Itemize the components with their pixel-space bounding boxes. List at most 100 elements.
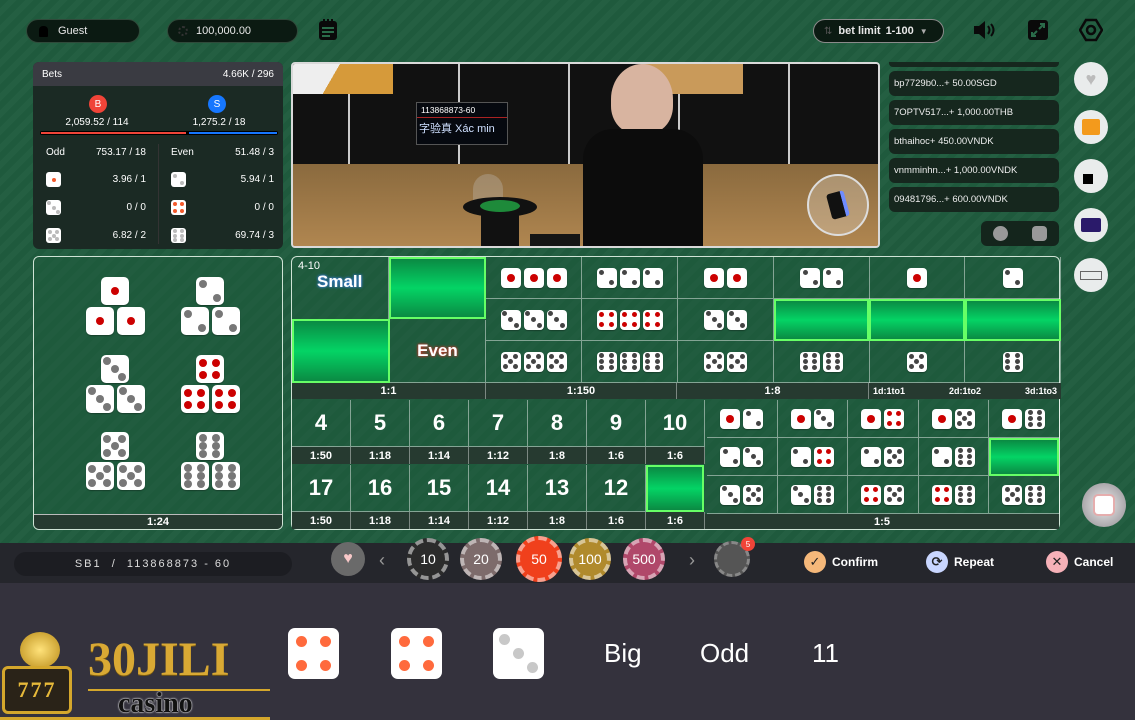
bet-row-die-6 [171, 228, 186, 243]
sound-icon[interactable] [972, 17, 998, 43]
bet-single-6[interactable] [965, 341, 1061, 383]
bet-double-3[interactable] [678, 299, 774, 341]
bet-combo-4-6[interactable] [918, 476, 989, 514]
die-face-1 [861, 408, 882, 429]
bet-triple-3[interactable] [486, 299, 582, 341]
cancel-button[interactable]: ✕ Cancel [1046, 551, 1113, 573]
card-game-switch-icon[interactable] [807, 174, 869, 236]
bet-combo-2-6[interactable] [918, 438, 989, 476]
favorite-icon[interactable]: ♥ [1074, 62, 1108, 96]
bet-double-1[interactable] [678, 257, 774, 299]
bet-combo-1-6[interactable] [989, 400, 1060, 438]
bet-total-5[interactable]: 5 [351, 400, 410, 447]
total-odds: 1:12 [469, 512, 528, 529]
bet-triple-5[interactable] [486, 341, 582, 383]
close-icon: ✕ [1046, 551, 1068, 573]
emoji-icon[interactable] [993, 226, 1008, 241]
bet-combo-4-5[interactable] [848, 476, 919, 514]
keyboard-icon[interactable] [1074, 258, 1108, 292]
bet-combo-highlight[interactable] [989, 438, 1059, 476]
bet-combo-2-3[interactable] [707, 438, 778, 476]
bet-total-6[interactable]: 6 [410, 400, 469, 447]
chip-50[interactable]: 50 [516, 536, 562, 582]
bet-total-16[interactable]: 16 [351, 465, 410, 512]
bet-single-1[interactable] [869, 257, 965, 299]
bet-combo-1-4[interactable] [848, 400, 919, 438]
repeat-button[interactable]: ⟳ Repeat [926, 551, 994, 573]
bet-combo-1-3[interactable] [777, 400, 848, 438]
bet-total-12[interactable]: 12 [587, 465, 646, 512]
total-number: 4 [314, 410, 328, 435]
live-video-stream[interactable]: 113868873-60 字验真 Xác min [291, 62, 880, 248]
triple-2-group[interactable] [179, 277, 241, 337]
triple-4-group[interactable] [179, 355, 241, 415]
gift-icon[interactable] [1074, 110, 1108, 144]
favorite-chip-icon[interactable]: ♥ [331, 542, 365, 576]
chips-next-arrow[interactable]: › [689, 550, 695, 571]
chip-100[interactable]: 100 [569, 538, 611, 580]
die-face-5 [85, 462, 114, 490]
bet-combo-3-5[interactable] [707, 476, 778, 514]
bet-triple-6[interactable] [582, 341, 678, 383]
bet-triple-2[interactable] [582, 257, 678, 299]
bet-total-14[interactable]: 14 [469, 465, 528, 512]
die-face-3 [85, 385, 114, 413]
bet-limit-dropdown[interactable]: ⇅ bet limit 1-100 ▼ [813, 19, 944, 43]
confirm-button[interactable]: ✓ Confirm [804, 551, 878, 573]
bet-double-2[interactable] [774, 257, 870, 299]
history-icon[interactable] [315, 17, 341, 43]
bet-total-8[interactable]: 8 [528, 400, 587, 447]
switch-table-icon[interactable] [1074, 159, 1108, 193]
die-face-1 [116, 307, 145, 335]
triple-1-group[interactable] [84, 277, 146, 337]
bet-single-5[interactable] [869, 341, 965, 383]
bet-combo-2-5[interactable] [848, 438, 919, 476]
triple-3-group[interactable] [84, 355, 146, 415]
triple-6-group[interactable] [179, 432, 241, 492]
die-face-5 [116, 462, 145, 490]
bet-combo-1-5[interactable] [918, 400, 989, 438]
bet-total-15[interactable]: 15 [410, 465, 469, 512]
bet-total-7[interactable]: 7 [469, 400, 528, 447]
bet-double-6[interactable] [774, 341, 870, 383]
any-triple-board[interactable]: 1:24 [33, 256, 283, 530]
bet-combo-5-6[interactable] [989, 476, 1060, 514]
bet-even[interactable]: Even [390, 320, 486, 383]
bet-total-4[interactable]: 4 [292, 400, 351, 447]
total-number: 13 [544, 475, 570, 500]
bet-total-17[interactable]: 17 [292, 465, 351, 512]
chip-10[interactable]: 10 [407, 538, 449, 580]
bet-triple-1[interactable] [486, 257, 582, 299]
total-odds: 1:50 [292, 447, 351, 464]
settings-icon[interactable] [1078, 17, 1104, 43]
bet-total-9[interactable]: 9 [587, 400, 646, 447]
quick-chat-icon[interactable] [1032, 226, 1047, 241]
bet-total-13[interactable]: 13 [528, 465, 587, 512]
bet-big-highlight[interactable] [292, 319, 390, 383]
bet-combo-1-2[interactable] [707, 400, 778, 438]
total-odds: 1:18 [351, 447, 410, 464]
bet-small[interactable]: 4-10 Small [292, 257, 389, 320]
chips-prev-arrow[interactable]: ‹ [379, 550, 385, 571]
bet-double-5[interactable] [678, 341, 774, 383]
chip-500[interactable]: 500 [623, 538, 665, 580]
bet-double-highlight[interactable] [774, 299, 869, 341]
bet-triple-4[interactable] [582, 299, 678, 341]
bet-total-11-highlight[interactable] [646, 465, 704, 512]
combo-odds: 1:5 [705, 514, 1059, 529]
bet-combo-2-4[interactable] [777, 438, 848, 476]
die-face-4 [884, 408, 905, 429]
bet-total-10[interactable]: 10 [646, 400, 705, 447]
bet-single-highlight-2[interactable] [965, 299, 1061, 341]
bet-odd-highlight[interactable] [389, 257, 486, 319]
video-quality-icon[interactable] [1074, 208, 1108, 242]
bet-single-2[interactable] [965, 257, 1061, 299]
die-face-3 [116, 385, 145, 413]
bet-combo-3-6[interactable] [777, 476, 848, 514]
chip-20[interactable]: 20 [460, 538, 502, 580]
triple-5-group[interactable] [84, 432, 146, 492]
fullscreen-icon[interactable] [1025, 17, 1051, 43]
die-face-1 [906, 267, 927, 288]
bet-single-highlight-1[interactable] [869, 299, 965, 341]
dice-shake-button[interactable] [1082, 483, 1126, 527]
